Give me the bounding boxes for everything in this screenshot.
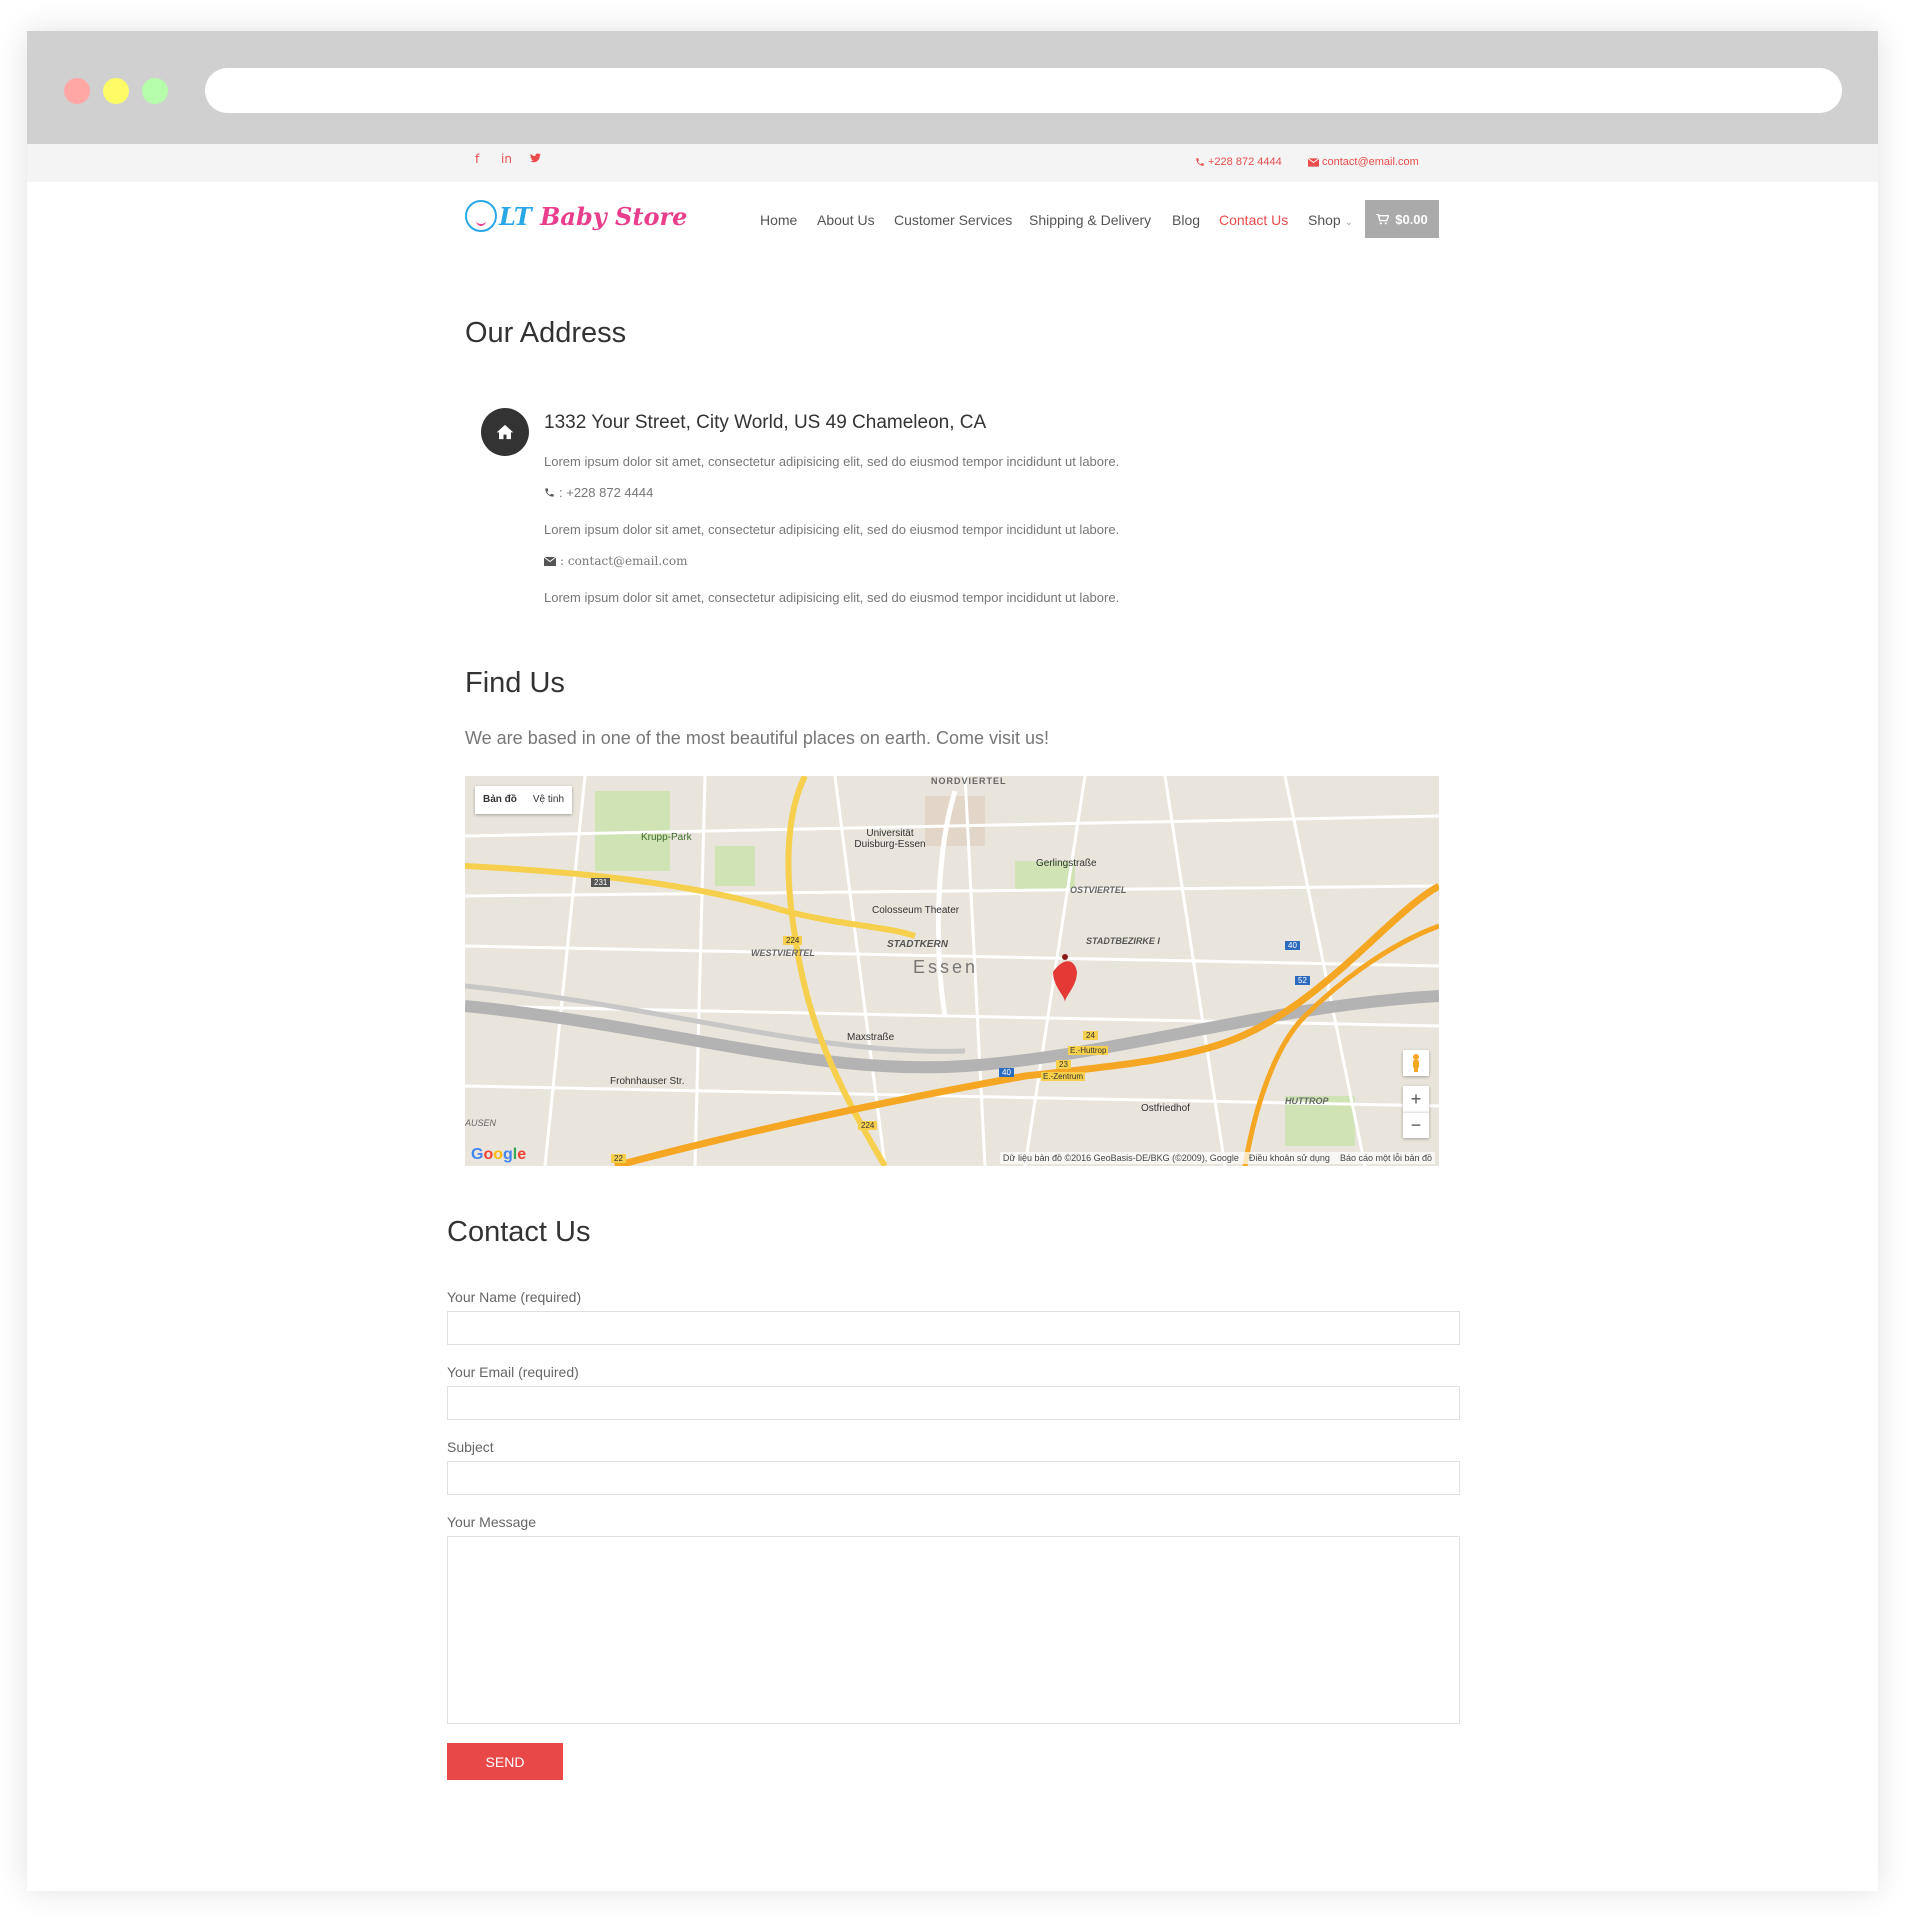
envelope-icon (1308, 157, 1319, 167)
address-description-1: Lorem ipsum dolor sit amet, consectetur … (544, 454, 1120, 469)
map-report-link[interactable]: Báo cáo một lỗi bản đồ (1340, 1153, 1432, 1163)
map-label: E.-Zentrum (1041, 1072, 1086, 1081)
google-map[interactable]: NORDVIERTEL Krupp-Park Universität Duisb… (465, 776, 1439, 1166)
address-email-text: : contact@email.com (560, 554, 688, 568)
envelope-icon (544, 556, 556, 566)
nav-blog[interactable]: Blog (1172, 212, 1200, 228)
map-label: Ostfriedhof (1141, 1103, 1190, 1114)
find-us-heading: Find Us (465, 667, 565, 699)
phone-icon (545, 488, 554, 497)
topbar-email[interactable]: contact@email.com (1308, 156, 1419, 168)
nav-home[interactable]: Home (760, 212, 797, 228)
map-footer: Dữ liệu bản đồ ©2016 GeoBasis-DE/BKG (©2… (999, 1152, 1435, 1164)
map-type-toggle: Bản đồ Vệ tinh (475, 786, 573, 814)
road-shield: 52 (1295, 976, 1310, 985)
email-field[interactable] (447, 1386, 1460, 1420)
map-label: Krupp-Park (641, 832, 692, 843)
phone-icon (1196, 158, 1204, 166)
google-logo[interactable]: Google (471, 1146, 526, 1164)
nav-about-us[interactable]: About Us (817, 212, 875, 228)
cart-icon (1376, 213, 1390, 224)
nav-shop-label: Shop (1308, 212, 1341, 228)
satellite-view-button[interactable]: Vệ tinh (525, 786, 572, 814)
nav-shop[interactable]: Shop ⌄ (1308, 212, 1353, 228)
facebook-icon[interactable]: f (475, 152, 479, 166)
road-shield: 224 (783, 936, 803, 945)
map-label: Gerlingstraße (1036, 858, 1097, 869)
map-label: Colosseum Theater (872, 905, 960, 916)
map-label: STADTBEZIRKE I (1086, 936, 1160, 946)
map-view-button[interactable]: Bản đồ (475, 786, 525, 814)
name-label: Your Name (required) (447, 1289, 582, 1305)
zoom-out-button[interactable]: − (1403, 1112, 1429, 1138)
map-label: WESTVIERTEL (751, 948, 815, 958)
browser-chrome (27, 31, 1878, 144)
our-address-heading: Our Address (465, 317, 627, 349)
maximize-window-dot[interactable] (142, 78, 168, 104)
map-label: NORDVIERTEL (931, 776, 1007, 786)
email-label: Your Email (required) (447, 1364, 579, 1380)
address-bar[interactable] (205, 68, 1842, 113)
pegman-icon[interactable] (1403, 1050, 1429, 1076)
cart-total: $0.00 (1395, 211, 1428, 227)
find-us-subtitle: We are based in one of the most beautifu… (465, 728, 1049, 748)
cart-button[interactable]: $0.00 (1365, 200, 1439, 238)
home-icon (496, 424, 514, 440)
road-shield: 40 (999, 1068, 1014, 1077)
road-shield: 23 (1056, 1060, 1071, 1069)
contact-us-heading: Contact Us (447, 1216, 591, 1248)
map-terms-link[interactable]: Điều khoản sử dụng (1249, 1153, 1330, 1163)
minimize-window-dot[interactable] (103, 78, 129, 104)
map-label: Maxstraße (847, 1032, 895, 1043)
logo-text-lt: LT (499, 201, 532, 231)
nav-shipping-delivery[interactable]: Shipping & Delivery (1029, 212, 1151, 228)
road-shield: 231 (591, 878, 611, 887)
road-shield: 224 (858, 1121, 878, 1130)
road-shield: 24 (1083, 1031, 1098, 1040)
home-icon-circle (481, 408, 529, 456)
road-shield: 22 (611, 1154, 626, 1163)
top-bar: f in +228 872 4444 contact@email.com (27, 144, 1878, 182)
message-field[interactable] (447, 1536, 1460, 1724)
map-label: HUTTROP (1285, 1096, 1329, 1106)
zoom-in-button[interactable]: + (1403, 1086, 1429, 1112)
name-field[interactable] (447, 1311, 1460, 1345)
map-label: Frohnhauser Str. (610, 1076, 685, 1087)
address-description-3: Lorem ipsum dolor sit amet, consectetur … (544, 590, 1120, 605)
browser-window: f in +228 872 4444 contact@email.com LT … (27, 31, 1878, 1891)
message-label: Your Message (447, 1514, 536, 1530)
map-label: STADTKERN (887, 939, 948, 950)
close-window-dot[interactable] (64, 78, 90, 104)
address-phone-text: : +228 872 4444 (559, 485, 654, 500)
send-button[interactable]: SEND (447, 1743, 563, 1780)
topbar-phone[interactable]: +228 872 4444 (1195, 156, 1282, 168)
site-logo[interactable]: LT Baby Store (465, 200, 687, 232)
map-label: OSTVIERTEL (1070, 885, 1127, 895)
twitter-icon[interactable] (530, 152, 541, 166)
address-phone: : +228 872 4444 (544, 485, 653, 500)
address-description-2: Lorem ipsum dolor sit amet, consectetur … (544, 522, 1120, 537)
nav-contact-us[interactable]: Contact Us (1219, 212, 1288, 228)
topbar-email-text: contact@email.com (1322, 156, 1419, 168)
address-email: : contact@email.com (544, 554, 688, 568)
chevron-down-icon: ⌄ (1344, 217, 1353, 228)
logo-text-store: Baby Store (540, 201, 688, 231)
topbar-phone-text: +228 872 4444 (1208, 156, 1282, 168)
site-header: LT Baby Store Home About Us Customer Ser… (27, 182, 1878, 282)
map-label: Essen (913, 957, 979, 977)
nav-customer-services[interactable]: Customer Services (894, 212, 1012, 228)
linkedin-icon[interactable]: in (501, 152, 512, 166)
map-attribution: Dữ liệu bản đồ ©2016 GeoBasis-DE/BKG (©2… (1002, 1153, 1239, 1163)
map-label: Universität Duisburg-Essen (854, 828, 926, 850)
baby-face-icon (465, 200, 497, 232)
map-label: E.-Huttrop (1068, 1046, 1109, 1055)
address-street: 1332 Your Street, City World, US 49 Cham… (544, 412, 987, 433)
road-shield: 40 (1285, 941, 1300, 950)
map-label: AUSEN (465, 1118, 497, 1128)
subject-field[interactable] (447, 1461, 1460, 1495)
subject-label: Subject (447, 1439, 494, 1455)
